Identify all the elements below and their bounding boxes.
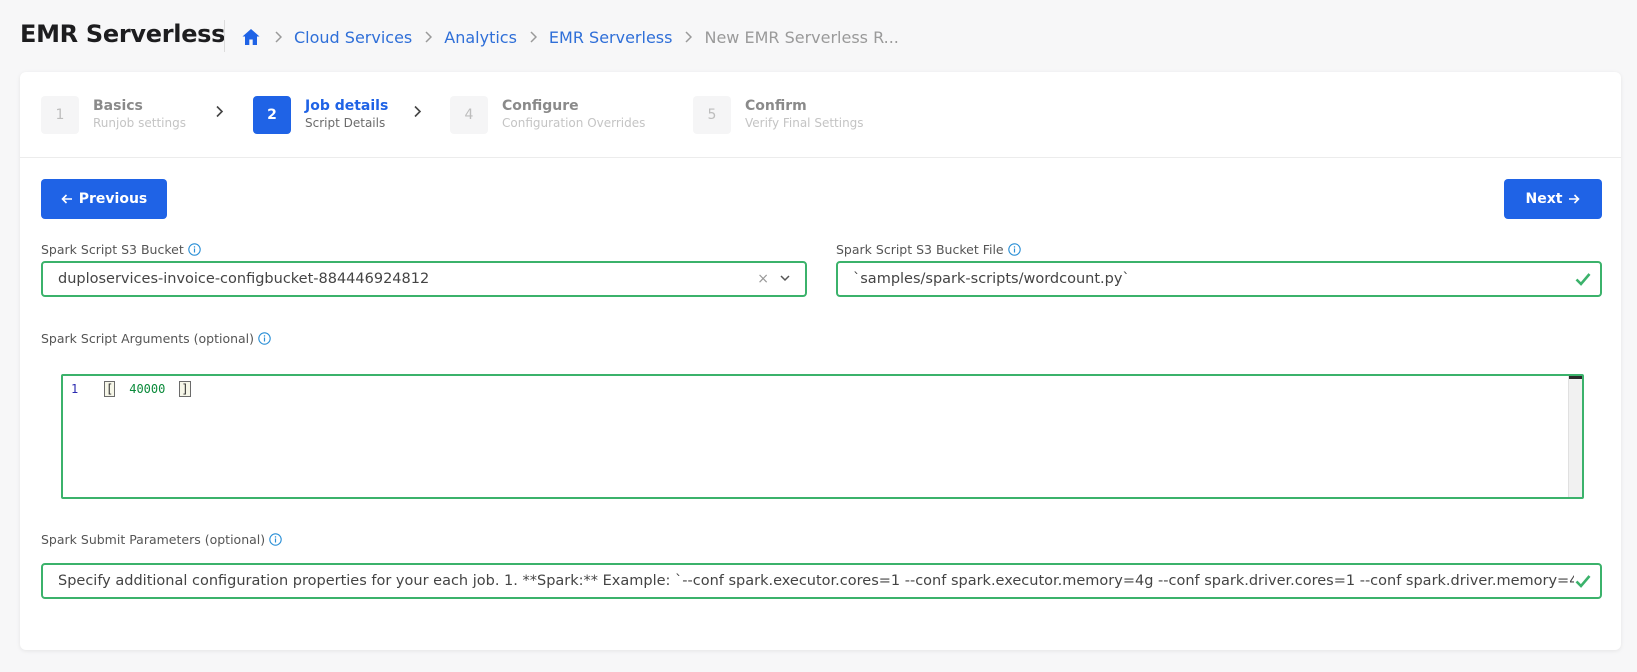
bucket-file-label-row: Spark Script S3 Bucket File: [836, 242, 1021, 257]
bucket-select[interactable]: duploservices-invoice-configbucket-88444…: [41, 261, 807, 297]
breadcrumb: Cloud Services Analytics EMR Serverless …: [240, 24, 899, 50]
chevron-right-icon: [410, 104, 424, 118]
clear-icon[interactable]: ×: [757, 271, 769, 287]
chevron-down-icon[interactable]: [779, 272, 793, 286]
step-sublabel: Configuration Overrides: [502, 116, 646, 130]
bucket-label: Spark Script S3 Bucket: [41, 242, 184, 257]
check-icon: [1574, 572, 1592, 590]
chevron-right-icon: [424, 31, 433, 43]
bucket-file-label: Spark Script S3 Bucket File: [836, 242, 1004, 257]
app-title: EMR Serverless: [20, 20, 226, 48]
step-label: Configure: [502, 98, 579, 114]
step-number: 1: [41, 96, 79, 134]
check-icon: [1574, 270, 1592, 288]
arrow-left-icon: [61, 193, 73, 205]
line-number: 1: [71, 382, 79, 396]
bucket-label-row: Spark Script S3 Bucket: [41, 242, 201, 257]
step-confirm[interactable]: 5 Confirm Verify Final Settings: [693, 96, 864, 134]
step-basics[interactable]: 1 Basics Runjob settings: [41, 96, 186, 134]
info-icon[interactable]: [1007, 243, 1021, 256]
chevron-right-icon: [212, 104, 226, 118]
code-line: [ 40000 ]: [104, 380, 191, 398]
submit-params-label-row: Spark Submit Parameters (optional): [41, 532, 282, 547]
step-label: Confirm: [745, 98, 807, 114]
previous-button[interactable]: Previous: [41, 179, 167, 219]
arguments-label: Spark Script Arguments (optional): [41, 331, 255, 346]
page-header: EMR Serverless Cloud Services Analytics …: [0, 0, 1637, 72]
home-icon[interactable]: [240, 26, 262, 48]
step-configure[interactable]: 4 Configure Configuration Overrides: [450, 96, 645, 134]
header-divider: [224, 20, 225, 52]
chevron-right-icon: [529, 31, 537, 43]
step-job-details[interactable]: 2 Job details Script Details: [253, 96, 388, 134]
step-number: 4: [450, 96, 488, 134]
bucket-select-value: duploservices-invoice-configbucket-88444…: [58, 271, 430, 287]
step-label: Basics: [93, 98, 143, 114]
step-number: 2: [253, 96, 291, 134]
open-bracket: [: [104, 381, 116, 397]
submit-params-input[interactable]: Specify additional configuration propert…: [41, 563, 1602, 599]
close-bracket: ]: [179, 381, 191, 397]
step-label: Job details: [305, 98, 389, 114]
breadcrumb-emr-serverless[interactable]: EMR Serverless: [549, 28, 673, 47]
breadcrumb-cloud-services[interactable]: Cloud Services: [294, 28, 412, 47]
info-icon[interactable]: [258, 332, 271, 345]
chevron-right-icon: [684, 31, 693, 43]
step-sublabel: Verify Final Settings: [745, 116, 864, 130]
next-button-label: Next: [1525, 191, 1563, 207]
wizard-steps: 1 Basics Runjob settings 2 Job details S…: [20, 72, 1621, 158]
chevron-right-icon: [274, 31, 282, 43]
wizard-card: 1 Basics Runjob settings 2 Job details S…: [20, 72, 1621, 650]
arguments-code-editor[interactable]: 1 [ 40000 ]: [61, 374, 1584, 499]
step-sublabel: Script Details: [305, 116, 386, 130]
info-icon[interactable]: [187, 243, 201, 256]
step-sublabel: Runjob settings: [93, 116, 186, 130]
submit-params-label: Spark Submit Parameters (optional): [41, 532, 266, 547]
argument-value: 40000: [129, 382, 166, 396]
editor-scrollbar[interactable]: [1568, 376, 1582, 497]
bucket-file-value: `samples/spark-scripts/wordcount.py`: [853, 271, 1130, 287]
scrollbar-thumb[interactable]: [1569, 376, 1582, 379]
previous-button-label: Previous: [78, 191, 148, 207]
bucket-file-input[interactable]: `samples/spark-scripts/wordcount.py`: [836, 261, 1602, 297]
next-button[interactable]: Next: [1504, 179, 1602, 219]
breadcrumb-analytics[interactable]: Analytics: [444, 28, 517, 47]
arguments-label-row: Spark Script Arguments (optional): [41, 331, 271, 346]
submit-params-value: Specify additional configuration propert…: [58, 573, 1574, 589]
arrow-right-icon: [1568, 193, 1581, 205]
breadcrumb-current: New EMR Serverless R...: [704, 27, 899, 47]
step-number: 5: [693, 96, 731, 134]
info-icon[interactable]: [269, 533, 282, 546]
